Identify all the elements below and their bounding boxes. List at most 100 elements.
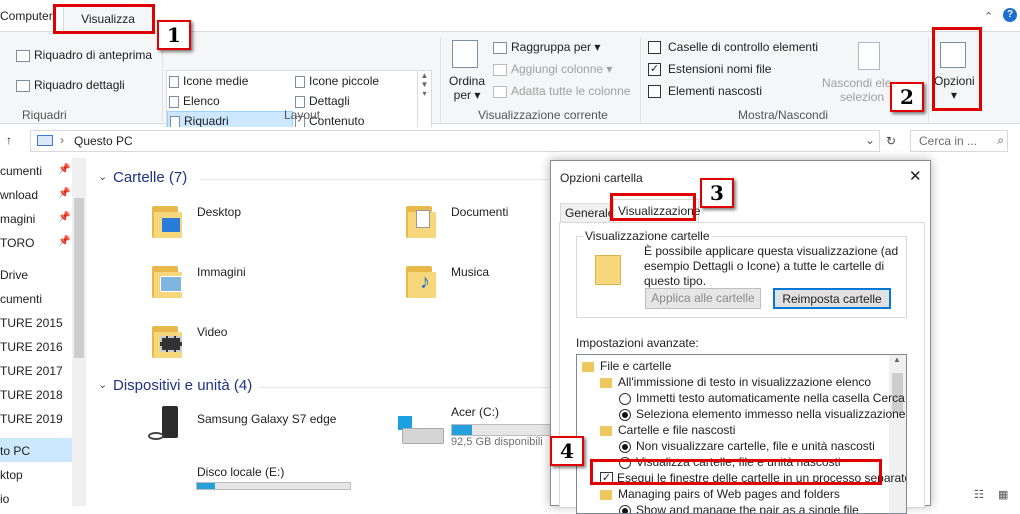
- tree-item[interactable]: All'immissione di testo in visualizzazio…: [600, 375, 871, 389]
- pictures-folder-icon[interactable]: [152, 262, 182, 298]
- tree-radio-item[interactable]: Non visualizzare cartelle, file e unità …: [619, 439, 875, 453]
- drive-free-space: 92,5 GB disponibili: [451, 436, 543, 448]
- annotation-badge: 3: [700, 178, 734, 208]
- chevron-down-icon[interactable]: ⌄: [98, 170, 107, 183]
- media-player-icon[interactable]: [162, 406, 178, 438]
- preview-pane-button[interactable]: Riquadro di anteprima: [16, 48, 152, 62]
- tree-radio-item[interactable]: Seleziona elemento immesso nella visuali…: [619, 407, 905, 421]
- nav-item[interactable]: ktop: [0, 468, 23, 482]
- nav-item[interactable]: TURE 2019: [0, 412, 63, 426]
- nav-item[interactable]: TURE 2016: [0, 340, 63, 354]
- hard-drive-icon[interactable]: [402, 428, 444, 444]
- details-pane-icon: [16, 79, 30, 92]
- nav-item[interactable]: io: [0, 492, 9, 506]
- layout-icone-medie[interactable]: Icone medie: [169, 74, 248, 88]
- tree-item[interactable]: Managing pairs of Web pages and folders: [600, 487, 840, 501]
- chevron-up-icon[interactable]: ⌃: [984, 10, 993, 23]
- annotation-highlight-options: [932, 27, 982, 111]
- folder-label-documenti[interactable]: Documenti: [451, 205, 508, 219]
- device-label-samsung[interactable]: Samsung Galaxy S7 edge: [197, 412, 336, 426]
- device-label-acer[interactable]: Acer (C:): [451, 405, 499, 419]
- apply-to-folders-button[interactable]: Applica alle cartelle: [645, 288, 761, 309]
- folder-label-desktop[interactable]: Desktop: [197, 205, 241, 219]
- video-folder-icon[interactable]: [152, 322, 182, 358]
- tree-scrollbar[interactable]: ▲: [889, 355, 906, 513]
- folder-icon: [600, 489, 612, 500]
- scroll-up-icon[interactable]: ▲: [893, 355, 901, 364]
- nav-item[interactable]: magini: [0, 212, 35, 226]
- radio-button-selected[interactable]: [619, 504, 631, 513]
- annotation-highlight-tab: [53, 4, 155, 34]
- advanced-settings-tree[interactable]: ▲ File e cartelle All'immissione di test…: [576, 354, 907, 514]
- group-separator: [928, 38, 929, 122]
- radio-button-selected[interactable]: [619, 440, 631, 453]
- device-label-disco[interactable]: Disco locale (E:): [197, 465, 284, 479]
- annotation-highlight-view-tab: [610, 193, 696, 221]
- folder-label-video[interactable]: Video: [197, 325, 227, 339]
- address-bar[interactable]: › Questo PC ⌄: [30, 130, 880, 152]
- radio-button-selected[interactable]: [619, 408, 631, 421]
- hidden-items-toggle[interactable]: Elementi nascosti: [648, 84, 762, 99]
- nav-item[interactable]: TORO: [0, 236, 34, 250]
- nav-item[interactable]: TURE 2018: [0, 388, 63, 402]
- section-divider: [260, 387, 550, 388]
- tree-item[interactable]: File e cartelle: [582, 359, 671, 373]
- reset-folders-button[interactable]: Reimposta cartelle: [773, 288, 891, 309]
- nav-scroll-thumb[interactable]: [74, 198, 84, 358]
- hide-selected-icon: [858, 42, 880, 70]
- pin-icon: 📌: [58, 164, 71, 175]
- nav-item[interactable]: TURE 2017: [0, 364, 63, 378]
- folder-label-musica[interactable]: Musica: [451, 265, 489, 279]
- ribbon: Riquadro di anteprima Riquadro dettagli …: [0, 31, 1020, 132]
- small-icons-icon: [295, 75, 305, 88]
- checkbox[interactable]: [648, 41, 661, 55]
- nav-item[interactable]: cumenti: [0, 164, 42, 178]
- section-header-dispositivi[interactable]: Dispositivi e unità (4): [113, 377, 252, 394]
- layout-icone-piccole[interactable]: Icone piccole: [295, 74, 379, 88]
- music-folder-icon[interactable]: ♪: [406, 262, 436, 298]
- nav-item-questo-pc[interactable]: to PC: [0, 444, 30, 458]
- size-columns-button[interactable]: Adatta tutte le colonne: [493, 84, 630, 98]
- chevron-down-icon[interactable]: ⌄: [98, 378, 107, 391]
- nav-item[interactable]: Drive: [0, 268, 28, 282]
- fit-columns-icon: [493, 85, 507, 98]
- checkbox-checked[interactable]: ✓: [648, 63, 661, 77]
- refresh-icon[interactable]: ↻: [886, 134, 896, 148]
- documents-folder-icon[interactable]: [406, 202, 436, 238]
- checkbox[interactable]: [648, 85, 661, 99]
- details-view-icon[interactable]: ☷: [974, 488, 984, 501]
- section-header-cartelle[interactable]: Cartelle (7): [113, 169, 187, 186]
- annotation-badge: 2: [890, 82, 924, 112]
- radio-button[interactable]: [619, 392, 631, 405]
- details-pane-button[interactable]: Riquadro dettagli: [16, 78, 125, 92]
- tree-item[interactable]: Cartelle e file nascosti: [600, 423, 735, 437]
- file-extensions-toggle[interactable]: ✓ Estensioni nomi file: [648, 62, 771, 77]
- tiles-view-icon[interactable]: ▦: [998, 488, 1008, 501]
- hide-selected-button[interactable]: Nascondi ele selezion: [822, 76, 891, 104]
- tree-radio-item[interactable]: Immetti testo automaticamente nella case…: [619, 391, 905, 405]
- help-icon[interactable]: ?: [1003, 8, 1017, 22]
- close-icon[interactable]: ✕: [909, 167, 922, 185]
- layout-dettagli[interactable]: Dettagli: [295, 94, 350, 108]
- tab-computer[interactable]: Computer: [0, 9, 53, 23]
- layout-elenco[interactable]: Elenco: [169, 94, 220, 108]
- folder-label-immagini[interactable]: Immagini: [197, 265, 246, 279]
- item-checkboxes-toggle[interactable]: Caselle di controllo elementi: [648, 40, 818, 55]
- tab-generale[interactable]: Generale: [560, 203, 614, 223]
- breadcrumb[interactable]: Questo PC: [74, 134, 133, 148]
- tree-radio-item[interactable]: Show and manage the pair as a single fil…: [619, 503, 859, 513]
- nav-item[interactable]: cumenti: [0, 292, 42, 306]
- nav-item[interactable]: wnload: [0, 188, 38, 202]
- annotation-highlight-separate-process: [590, 459, 882, 485]
- search-input[interactable]: Cerca in ... ⌕: [910, 130, 1008, 152]
- computer-icon: [37, 135, 53, 146]
- nav-item[interactable]: TURE 2015: [0, 316, 63, 330]
- desktop-folder-icon[interactable]: [152, 202, 182, 238]
- layout-scroll[interactable]: ▲ ▼ ▾: [417, 71, 431, 131]
- sort-by-button[interactable]: Ordina per ▾: [449, 74, 485, 102]
- chevron-down-icon[interactable]: ⌄: [865, 133, 875, 147]
- up-arrow-icon[interactable]: ↑: [6, 133, 12, 147]
- group-by-button[interactable]: Raggruppa per ▾: [493, 40, 600, 54]
- add-columns-button[interactable]: Aggiungi colonne ▾: [493, 62, 612, 76]
- group-label-layout: Layout: [284, 108, 321, 122]
